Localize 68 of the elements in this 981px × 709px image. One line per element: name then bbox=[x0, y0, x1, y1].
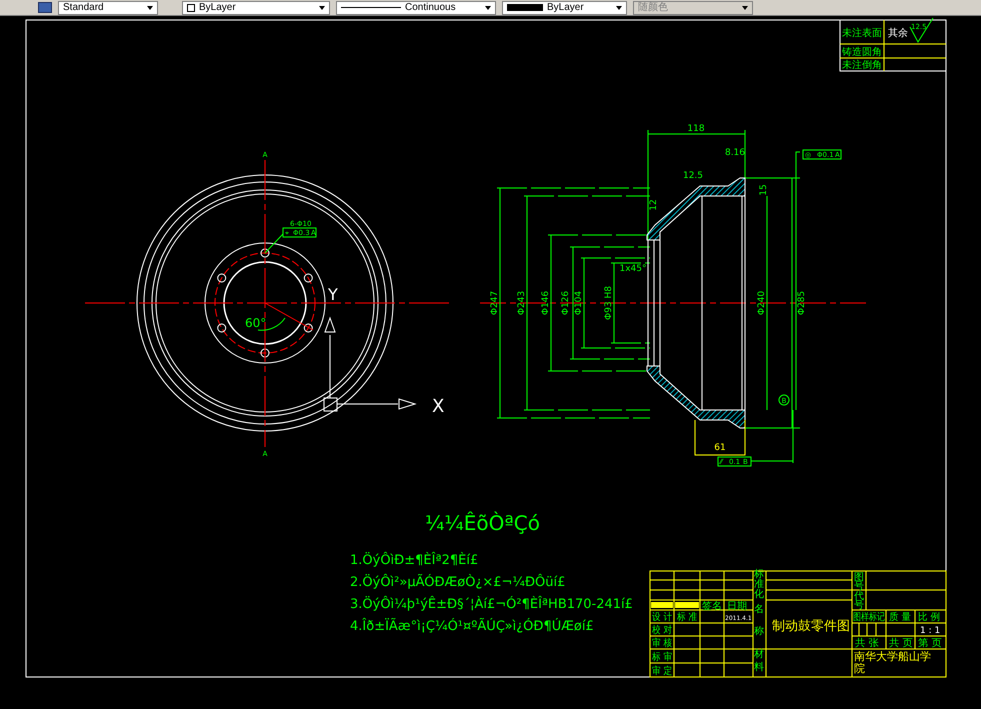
dimension-text: Φ93 H8 bbox=[604, 286, 614, 320]
axis-label: X bbox=[432, 396, 444, 417]
roughness-label: 未注表面 bbox=[842, 28, 882, 39]
text-style-icon[interactable] bbox=[38, 2, 52, 13]
dimension-text: 61 bbox=[714, 443, 726, 453]
ucs-icon bbox=[324, 316, 417, 412]
role-label: 标 审 bbox=[652, 652, 676, 663]
sheet-label: 共 页 bbox=[889, 638, 912, 649]
column-label: 日期 bbox=[727, 601, 747, 612]
layer-swatch-icon bbox=[187, 4, 195, 12]
layer-dropdown[interactable]: ByLayer bbox=[182, 0, 330, 14]
note-text: 4.Îð±ÏÃæ°ì¡Ç¼Ó¹¤ºÃÚÇ»ì¿ÓÐ¶ÚÆøí£ bbox=[350, 619, 594, 634]
scale-value: 1 : 1 bbox=[920, 626, 940, 636]
note-text: 1.ÖýÔìÐ±¶ÈÎª2¶Èí£ bbox=[350, 553, 478, 568]
dimension-text: Φ146 bbox=[541, 290, 551, 316]
roughness-symbol-icon bbox=[910, 18, 934, 43]
caret-icon bbox=[319, 6, 325, 10]
role-label: 审 定 bbox=[652, 666, 676, 677]
title-cell-text: 标 准 bbox=[677, 612, 700, 623]
title-block-fill bbox=[675, 602, 699, 608]
notes-title: ¼¼ÊõÒªÇó bbox=[425, 511, 540, 535]
column-label: 签名 bbox=[702, 601, 722, 612]
sheet-label: 共 张 bbox=[855, 638, 878, 649]
vertical-label: 标准化 bbox=[754, 569, 764, 600]
dimension-text: Φ126 bbox=[561, 290, 571, 316]
dimension-text: Φ243 bbox=[517, 290, 527, 316]
vertical-label: 名称 bbox=[754, 604, 764, 637]
linetype-dropdown[interactable]: Continuous bbox=[336, 0, 496, 14]
color-swatch-icon bbox=[507, 4, 543, 11]
roughness-label: 未注倒角 bbox=[842, 60, 882, 71]
caret-icon bbox=[147, 6, 153, 10]
dimension-text: 1x45° bbox=[620, 264, 646, 274]
dimension-text: 15 bbox=[759, 184, 769, 196]
axis-label: Y bbox=[328, 285, 338, 304]
note-text: 3.ÖýÔì¼þ¹ýÊ±Ð§´¦Àí£¬Ó²¶ÈÎªHB170-241í£ bbox=[350, 597, 633, 612]
dimension-text: Φ285 bbox=[797, 290, 807, 316]
column-label: 比 例 bbox=[918, 612, 942, 623]
dimension-text: 8.16 bbox=[724, 148, 746, 158]
drawing-name: 制动鼓零件图 bbox=[772, 619, 850, 634]
vertical-label: 材料 bbox=[754, 649, 764, 673]
tolerance-frame bbox=[718, 456, 752, 466]
tolerance-frame bbox=[802, 150, 842, 160]
dimension-text: Φ104 bbox=[574, 290, 584, 316]
dimension-text: 118 bbox=[687, 124, 705, 134]
sheet-label: 第 页 bbox=[918, 638, 942, 649]
note-text: 2.ÖýÔì²»µÃÓÐÆøÒ¿×£¬¼ÐÔüí£ bbox=[350, 575, 566, 590]
text-style-dropdown[interactable]: Standard bbox=[58, 0, 158, 14]
caret-icon bbox=[742, 6, 748, 10]
roughness-other: 其余 bbox=[888, 28, 908, 39]
line-sample-icon bbox=[341, 7, 401, 8]
dimension-text: Φ240 bbox=[757, 290, 767, 316]
roughness-label: 铸造圆角 bbox=[842, 47, 882, 58]
role-label: 设 计 bbox=[652, 612, 676, 623]
role-label: 审 核 bbox=[652, 638, 676, 649]
title-block-fill bbox=[651, 602, 673, 608]
school-name: 南华大学船山学院 bbox=[854, 651, 932, 675]
dimension-text: Φ247 bbox=[490, 290, 500, 316]
dimension-text: 12.5 bbox=[682, 171, 704, 181]
vertical-label: 图号 bbox=[854, 572, 864, 592]
vertical-label: 代号 bbox=[854, 591, 864, 611]
caret-icon bbox=[616, 6, 622, 10]
datum-circle bbox=[778, 394, 790, 406]
lineweight-dropdown[interactable]: ByLayer bbox=[502, 0, 627, 14]
angle-dimension: 60° bbox=[245, 316, 266, 330]
dimension-text: 12 bbox=[649, 199, 659, 211]
caret-icon bbox=[485, 6, 491, 10]
tolerance-frame bbox=[282, 228, 316, 238]
role-label: 校 对 bbox=[652, 625, 676, 636]
